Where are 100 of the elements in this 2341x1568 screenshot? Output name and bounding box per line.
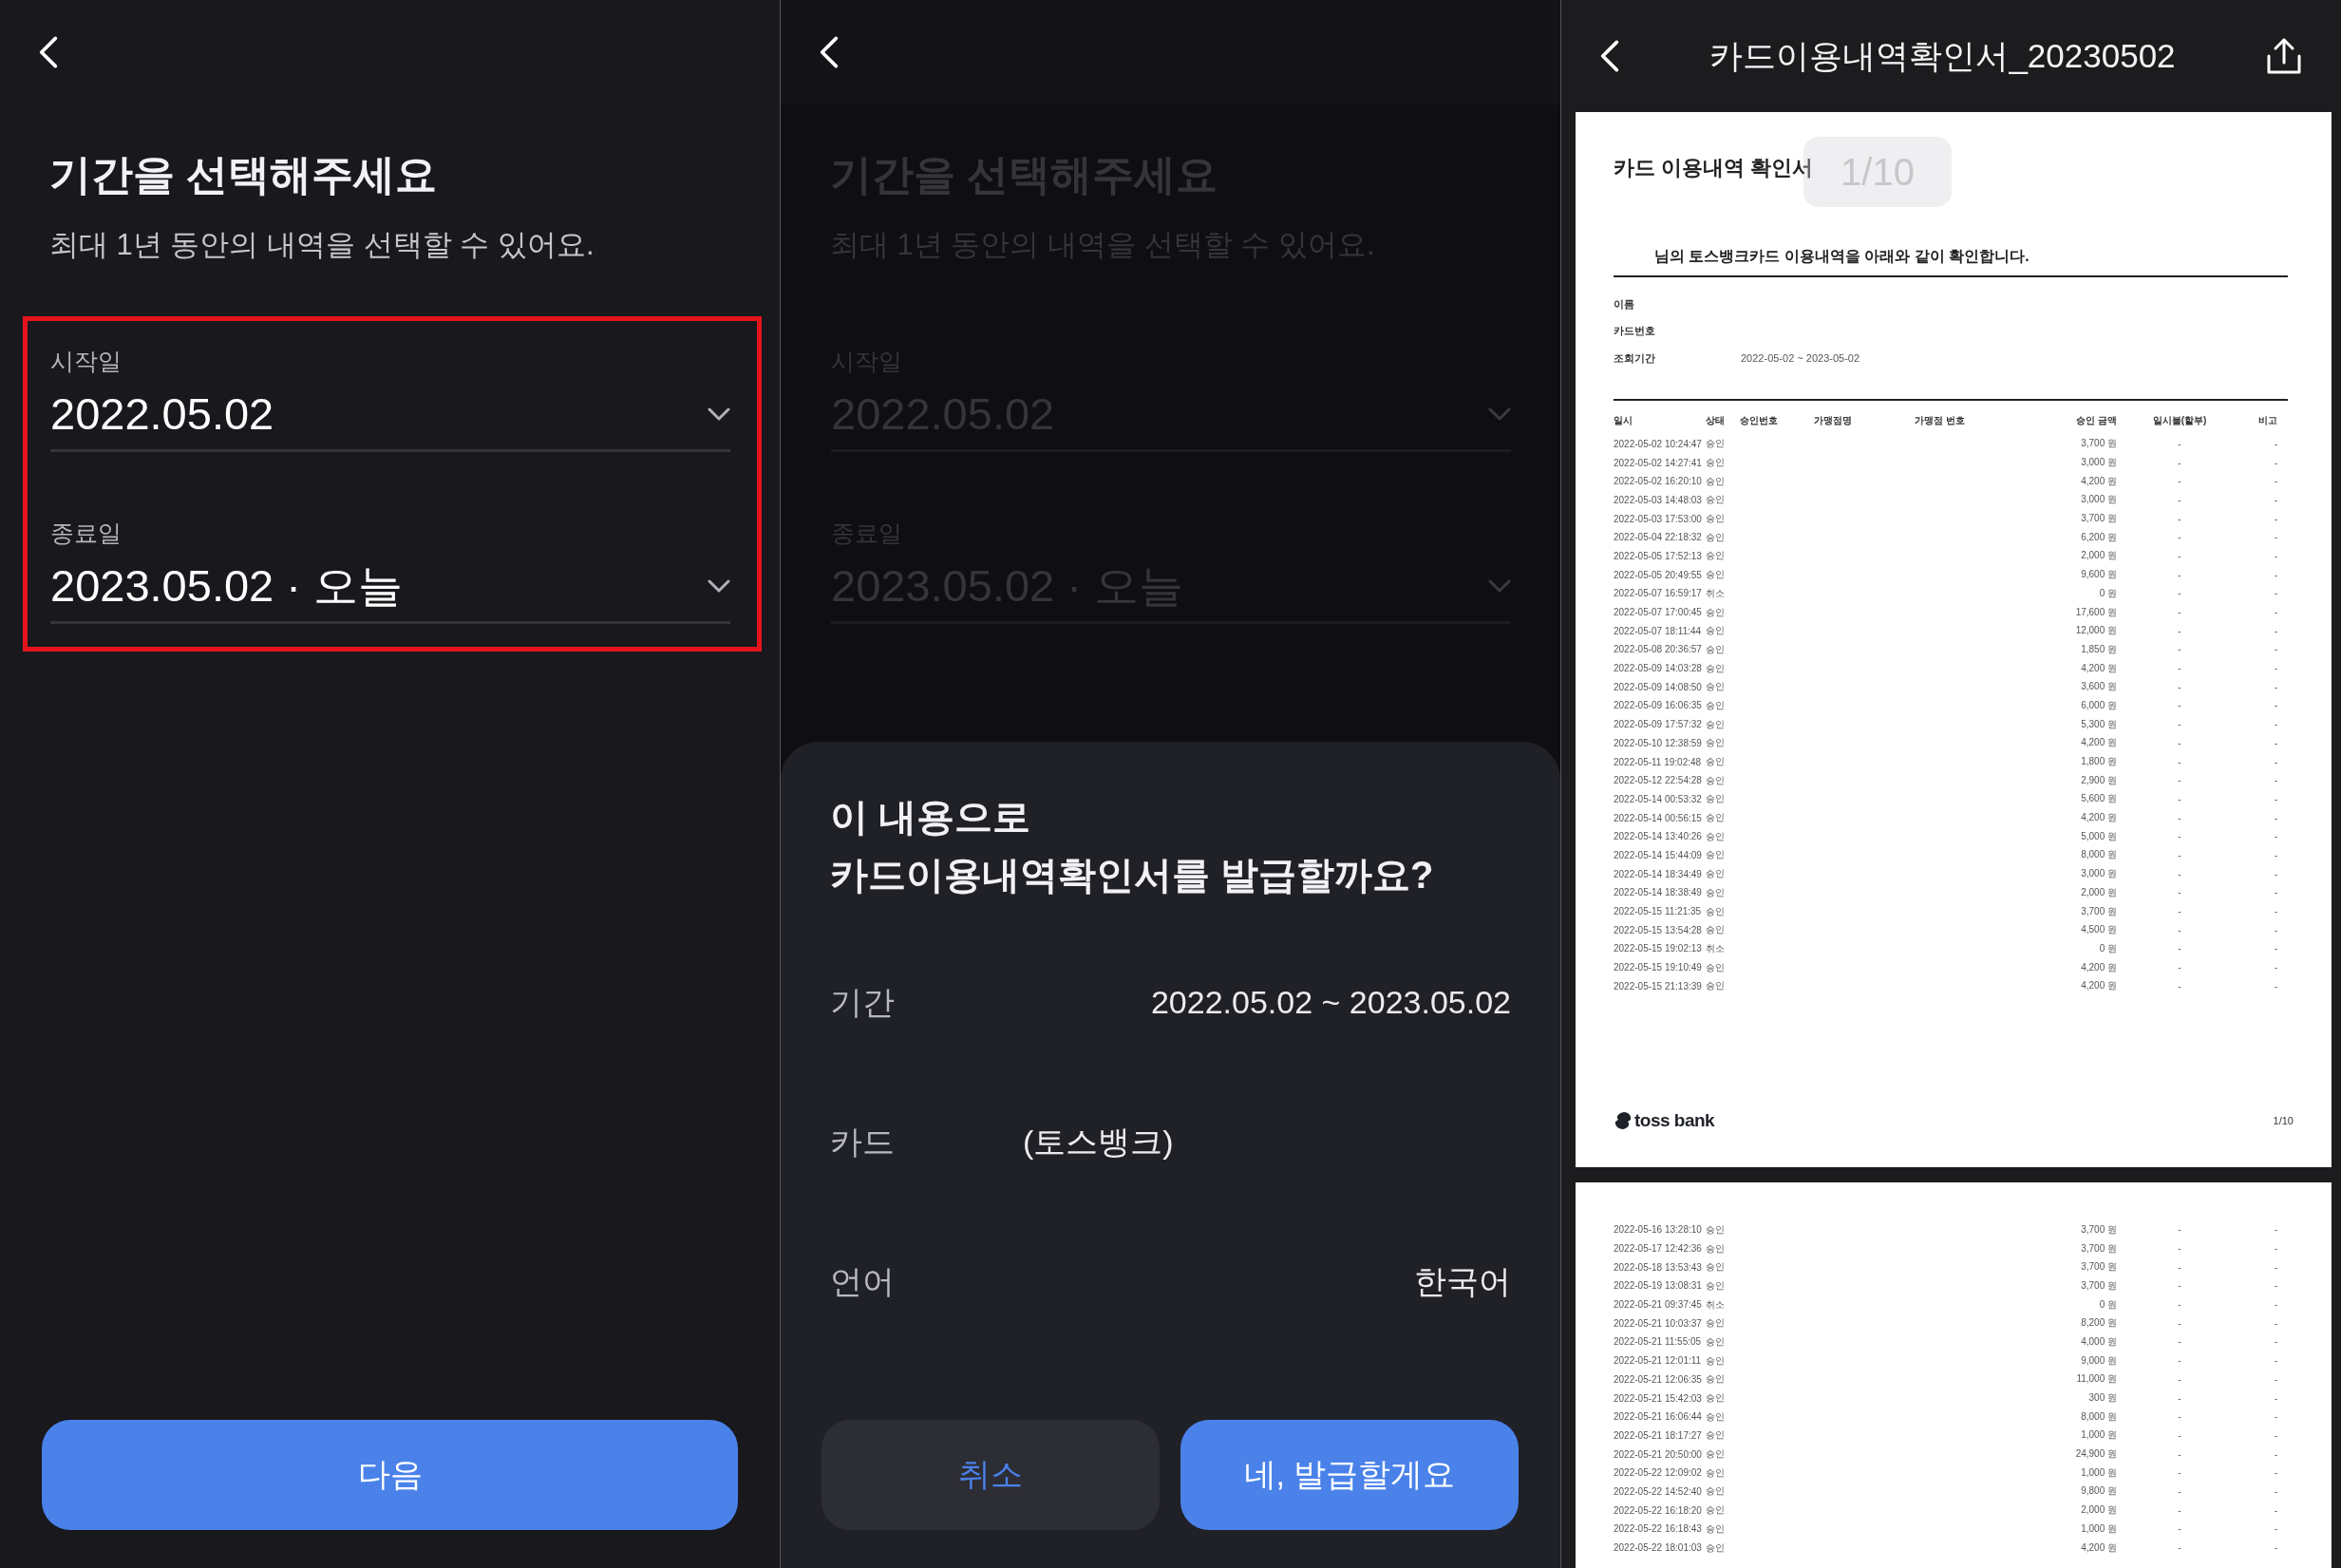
table-cell-text: 2022-05-16 13:28:10	[1614, 1224, 1703, 1236]
table-cell-text: 2022-05-22 14:52:40	[1614, 1485, 1703, 1497]
table-cell: -	[2274, 457, 2277, 468]
table-cell: 8,000 원	[2081, 848, 2117, 862]
table-cell-text: 2022-05-03 14:48:03	[1614, 494, 1703, 505]
screen-title: 기간을 선택해주세요	[49, 150, 439, 199]
table-cell-text: 승인	[1706, 1372, 1726, 1387]
date-select-field[interactable]: 종료일 2023.05.02 · 오늘	[50, 493, 730, 624]
table-cell-text: 2022-05-21 10:03:37	[1614, 1317, 1703, 1329]
table-cell-text: 승인	[1706, 1278, 1726, 1293]
table-cell-text: 2022-05-07 18:11:44	[1614, 625, 1703, 636]
back-icon[interactable]	[1599, 38, 1620, 74]
table-cell-text: 승인	[1706, 1447, 1726, 1462]
table-cell: -	[2274, 868, 2277, 879]
table-cell: -	[2178, 607, 2181, 618]
table-cell: -	[2274, 476, 2277, 487]
table-cell-text: 승인	[1706, 512, 1726, 526]
table-cell: 4,200 원	[2081, 960, 2117, 974]
table-cell-text: 승인	[1706, 1241, 1726, 1256]
table-cell: -	[2178, 588, 2181, 599]
table-cell-text: 승인	[1706, 979, 1726, 993]
document-title: 카드이용내역확인서_20230502	[1709, 35, 2177, 76]
table-cell: -	[2274, 532, 2277, 543]
table-cell: -	[2178, 513, 2181, 524]
table-cell: -	[2178, 494, 2181, 505]
table-cell: -	[2178, 476, 2181, 487]
table-cell: 6,000 원	[2081, 698, 2117, 712]
chevron-down-icon	[708, 407, 730, 421]
table-cell-text: 승인	[1706, 680, 1726, 694]
table-cell-text: 승인	[1706, 717, 1726, 731]
confirm-button[interactable]: 네, 발급할게요	[1180, 1420, 1519, 1530]
table-cell-text: 승인	[1706, 437, 1726, 451]
table-cell-text: 2022-05-02 16:20:10	[1614, 476, 1703, 487]
table-cell-text: 2022-05-14 00:53:32	[1614, 793, 1703, 804]
table-cell: -	[2274, 1392, 2277, 1404]
table-cell: 9,000 원	[2081, 1353, 2117, 1368]
table-cell: 9,800 원	[2081, 1484, 2117, 1499]
table-cell: -	[2178, 1467, 2181, 1479]
share-icon[interactable]	[2265, 37, 2303, 75]
table-cell: 4,200 원	[2081, 661, 2117, 675]
chevron-down-icon	[1488, 579, 1511, 593]
next-button[interactable]: 다음	[42, 1420, 738, 1530]
logo-icon	[1614, 1111, 1633, 1130]
column-header: 일시	[1614, 413, 1633, 427]
cancel-button[interactable]: 취소	[821, 1420, 1160, 1530]
detail-label: 기간	[830, 982, 895, 1022]
table-cell-text: 승인	[1706, 1409, 1726, 1424]
table-cell: 4,200 원	[2081, 979, 2117, 993]
table-cell: -	[2178, 1243, 2181, 1255]
info-label: 카드번호	[1614, 324, 1656, 339]
statement-text: 님의 토스뱅크카드 이용내역을 아래와 같이 확인합니다.	[1654, 247, 2030, 266]
table-cell: 3,000 원	[2081, 456, 2117, 470]
table-cell: -	[2274, 962, 2277, 973]
table-cell: 2,000 원	[2081, 885, 2117, 899]
table-cell: 3,600 원	[2081, 680, 2117, 694]
table-cell: -	[2178, 1542, 2181, 1554]
table-cell: -	[2274, 681, 2277, 692]
table-cell: -	[2274, 1485, 2277, 1497]
table-cell-text: 승인	[1706, 1484, 1726, 1499]
chevron-down-icon	[708, 579, 730, 593]
table-cell: -	[2178, 962, 2181, 973]
table-cell: 12,000 원	[2075, 624, 2117, 638]
table-cell-text: 2022-05-14 15:44:09	[1614, 849, 1703, 860]
date-select-field[interactable]: 시작일 2022.05.02	[50, 321, 730, 452]
table-cell: -	[2178, 1336, 2181, 1348]
table-cell: 1,000 원	[2081, 1428, 2117, 1443]
detail-label: 언어	[830, 1261, 895, 1301]
table-cell-text: 2022-05-09 17:57:32	[1614, 719, 1703, 730]
table-cell-text: 승인	[1706, 960, 1726, 974]
table-cell-text: 2022-05-22 16:18:20	[1614, 1504, 1703, 1516]
table-cell-text: 취소	[1706, 941, 1726, 955]
table-cell: -	[2178, 980, 2181, 992]
table-cell: -	[2274, 438, 2277, 449]
chevron-down-icon	[1488, 407, 1511, 421]
table-cell: -	[2274, 775, 2277, 786]
table-cell-text: 승인	[1706, 698, 1726, 712]
back-icon[interactable]	[38, 34, 59, 70]
table-cell-text: 2022-05-15 19:10:49	[1614, 962, 1703, 973]
table-cell-text: 승인	[1706, 1334, 1726, 1349]
table-cell-text: 2022-05-02 10:24:47	[1614, 438, 1703, 449]
table-cell-text: 승인	[1706, 568, 1726, 582]
table-cell: -	[2274, 607, 2277, 618]
page-number: 1/10	[2273, 1115, 2294, 1126]
table-cell-text: 2022-05-10 12:38:59	[1614, 737, 1703, 748]
table-cell: -	[2274, 1373, 2277, 1385]
table-cell: 1,800 원	[2081, 755, 2117, 769]
table-cell: 3,700 원	[2081, 512, 2117, 526]
column-header: 상태	[1706, 413, 1726, 427]
table-cell-text: 2022-05-22 16:18:43	[1614, 1523, 1703, 1535]
table-cell: -	[2178, 1373, 2181, 1385]
table-cell: 24,900 원	[2075, 1447, 2117, 1462]
table-cell-text: 2022-05-21 09:37:45	[1614, 1299, 1703, 1311]
table-cell: -	[2178, 906, 2181, 917]
table-cell-text: 2022-05-03 17:53:00	[1614, 513, 1703, 524]
table-cell-text: 2022-05-22 12:09:02	[1614, 1467, 1703, 1479]
table-cell: -	[2274, 1467, 2277, 1479]
table-cell-text: 승인	[1706, 773, 1726, 787]
back-icon[interactable]	[819, 34, 840, 70]
table-cell-text: 승인	[1706, 1391, 1726, 1406]
table-cell: -	[2178, 625, 2181, 636]
